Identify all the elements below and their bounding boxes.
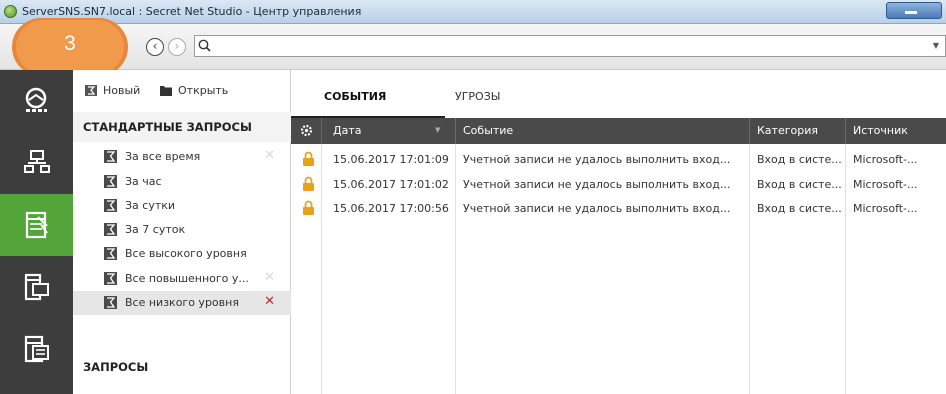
cell-event: Учетной записи не удалось выполнить вход… <box>463 202 731 215</box>
query-item[interactable]: Все высокого уровня <box>73 242 291 266</box>
open-query-label: Открыть <box>178 84 229 97</box>
server-icon <box>24 335 49 363</box>
query-item-label: За все время <box>125 150 201 163</box>
cell-source: Microsoft-... <box>853 178 918 191</box>
column-header-event[interactable]: Событие <box>463 124 513 137</box>
network-icon <box>24 150 50 173</box>
minimize-button[interactable] <box>886 2 942 19</box>
module-sidebar <box>0 70 73 394</box>
window-title: ServerSNS.SN7.local : Secret Net Studio … <box>22 5 362 18</box>
nav-journal[interactable] <box>0 194 73 256</box>
chevron-left-icon: ‹ <box>152 39 158 53</box>
app-icon <box>4 5 17 18</box>
title-bar: ServerSNS.SN7.local : Secret Net Studio … <box>0 0 946 24</box>
table-header: Дата ▼ Событие Категория Источник <box>291 118 946 144</box>
query-item[interactable]: За сутки <box>73 194 291 218</box>
query-icon <box>104 296 117 309</box>
tab-threats[interactable]: УГРОЗЫ <box>455 90 500 103</box>
queries-heading: ЗАПРОСЫ <box>83 360 149 374</box>
column-header-category[interactable]: Категория <box>757 124 818 137</box>
events-table: Дата ▼ Событие Категория Источник 15.06.… <box>291 118 946 394</box>
lock-icon <box>303 151 314 166</box>
cell-category: Вход в систе... <box>757 178 842 191</box>
search-box[interactable]: ▼ <box>194 35 946 57</box>
query-item[interactable]: За 7 суток <box>73 218 291 242</box>
cell-source: Microsoft-... <box>853 202 918 215</box>
cell-event: Учетной записи не удалось выполнить вход… <box>463 178 731 191</box>
query-icon <box>104 272 117 285</box>
nav-dashboard[interactable] <box>0 70 73 132</box>
query-icon <box>104 247 117 260</box>
query-item[interactable]: Все повышенного у... ✕ <box>73 267 291 291</box>
forward-button[interactable]: › <box>168 38 186 56</box>
new-query-label: Новый <box>103 84 141 97</box>
navigation-bar: 3 ‹ › ▼ <box>0 18 946 76</box>
dashboard-icon <box>25 87 47 112</box>
journal-icon <box>25 211 48 239</box>
notification-count: 3 <box>64 32 76 55</box>
search-input[interactable] <box>215 38 915 54</box>
query-icon <box>104 150 117 163</box>
cell-date: 15.06.2017 17:01:02 <box>333 178 449 191</box>
notification-badge[interactable]: 3 <box>6 18 134 78</box>
remove-icon[interactable]: ✕ <box>264 270 275 285</box>
query-item[interactable]: За час <box>73 170 291 194</box>
cell-date: 15.06.2017 17:01:09 <box>333 153 449 166</box>
table-row[interactable]: 15.06.2017 17:01:09 Учетной записи не уд… <box>291 147 946 171</box>
query-icon <box>104 175 117 188</box>
sort-down-icon[interactable]: ▼ <box>435 126 440 134</box>
query-item-label: Все повышенного у... <box>125 272 249 285</box>
nav-computer-policy[interactable] <box>0 256 73 318</box>
cell-source: Microsoft-... <box>853 153 918 166</box>
remove-icon[interactable]: ✕ <box>264 148 275 163</box>
query-panel: Новый Открыть СТАНДАРТНЫЕ ЗАПРОСЫ За все… <box>73 70 291 394</box>
new-query-icon <box>85 85 97 96</box>
tab-bar: СОБЫТИЯ УГРОЗЫ <box>291 70 946 118</box>
chevron-right-icon: › <box>174 39 180 53</box>
table-row[interactable]: 15.06.2017 17:00:56 Учетной записи не уд… <box>291 196 946 220</box>
cell-date: 15.06.2017 17:00:56 <box>333 202 449 215</box>
standard-queries-heading: СТАНДАРТНЫЕ ЗАПРОСЫ <box>83 120 252 134</box>
nav-network[interactable] <box>0 132 73 194</box>
query-icon <box>104 223 117 236</box>
new-query-button[interactable]: Новый <box>85 84 140 97</box>
gear-icon[interactable] <box>299 123 314 138</box>
cell-category: Вход в систе... <box>757 153 842 166</box>
remove-icon[interactable]: ✕ <box>264 294 275 309</box>
nav-server[interactable] <box>0 318 73 380</box>
cell-event: Учетной записи не удалось выполнить вход… <box>463 153 731 166</box>
query-item-label: Все высокого уровня <box>125 247 247 260</box>
query-item-selected[interactable]: Все низкого уровня ✕ <box>73 291 291 315</box>
open-query-button[interactable]: Открыть <box>160 84 228 97</box>
query-item-label: За час <box>125 175 162 188</box>
query-item[interactable]: За все время ✕ <box>73 145 291 169</box>
table-row[interactable]: 15.06.2017 17:01:02 Учетной записи не уд… <box>291 172 946 196</box>
computer-policy-icon <box>24 273 49 301</box>
folder-icon <box>160 86 172 96</box>
column-header-source[interactable]: Источник <box>853 124 908 137</box>
query-icon <box>104 199 117 212</box>
column-header-date[interactable]: Дата <box>333 124 361 137</box>
tab-events[interactable]: СОБЫТИЯ <box>324 90 386 103</box>
query-item-label: За 7 суток <box>125 223 186 236</box>
search-icon <box>198 39 211 52</box>
query-item-label: Все низкого уровня <box>125 296 239 309</box>
back-button[interactable]: ‹ <box>146 38 164 56</box>
cell-category: Вход в систе... <box>757 202 842 215</box>
query-toolbar: Новый Открыть <box>73 70 291 110</box>
query-item-label: За сутки <box>125 199 176 212</box>
lock-icon <box>303 176 314 191</box>
dropdown-arrow-icon[interactable]: ▼ <box>933 41 939 50</box>
lock-icon <box>303 200 314 215</box>
main-panel: СОБЫТИЯ УГРОЗЫ Дата ▼ Событие Категория … <box>291 70 946 394</box>
